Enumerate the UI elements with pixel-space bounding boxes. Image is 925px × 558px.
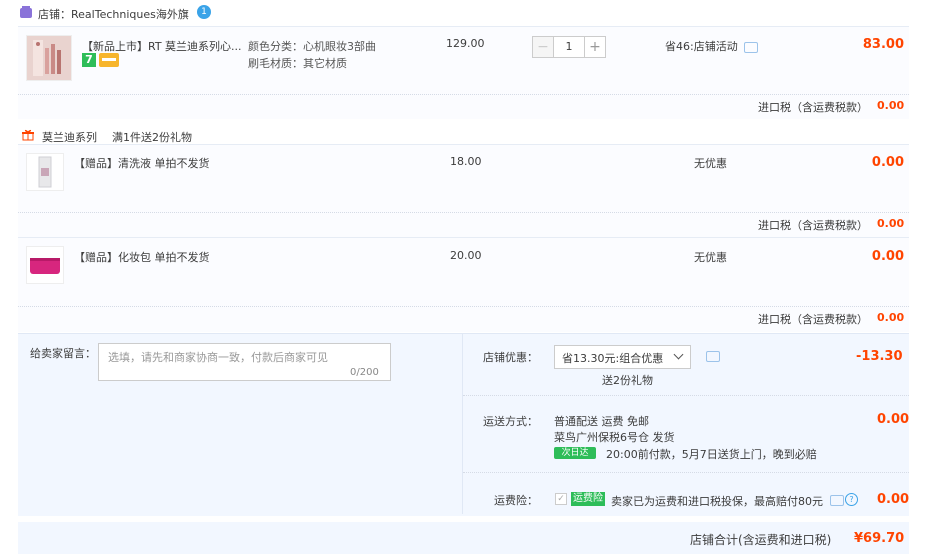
store-total-label: 店铺合计(含运费和进口税) — [690, 533, 832, 547]
discount-info-icon[interactable] — [706, 351, 720, 362]
store-discount-label: 店铺优惠： — [483, 351, 538, 364]
shipping-warehouse: 菜鸟广州保税6号仓 发货 — [554, 431, 675, 444]
item-total: 83.00 — [862, 37, 904, 52]
cleanser-bottle-image-icon — [27, 154, 63, 190]
item-title[interactable]: 【赠品】化妆包 单拍不发货 — [74, 249, 210, 265]
item-title[interactable]: 【新品上市】RT 莫兰迪系列心... — [82, 38, 242, 54]
shipping-method: 普通配送 运费 免邮 — [554, 415, 649, 428]
insurance-checkbox[interactable]: ✓ — [555, 493, 567, 505]
insurance-label: 运费险： — [494, 494, 538, 507]
quantity-increase-button[interactable]: + — [584, 36, 606, 58]
message-counter: 0/200 — [350, 367, 379, 378]
divider — [18, 306, 909, 307]
gift-icon — [22, 129, 34, 141]
item-title[interactable]: 【赠品】清洗液 单拍不发货 — [74, 155, 210, 171]
quantity-decrease-button[interactable]: − — [532, 36, 554, 58]
next-day-badge: 次日达 — [554, 447, 596, 459]
divider — [463, 472, 909, 473]
store-total-value: ¥69.70 — [854, 531, 905, 546]
message-label: 给卖家留言： — [30, 347, 96, 360]
insurance-tag: 运费险 — [571, 492, 605, 506]
divider — [463, 395, 909, 396]
divider — [18, 212, 909, 213]
cosmetic-bag-image-icon — [27, 247, 63, 283]
tax-label: 进口税（含运费税款） — [758, 313, 868, 326]
discount-note: 送2份礼物 — [602, 374, 653, 387]
tax-value: 0.00 — [877, 99, 905, 112]
shipping-label: 运送方式： — [483, 415, 538, 428]
promo-label: 省46:店铺活动 — [665, 40, 738, 53]
item-total: 0.00 — [871, 249, 904, 264]
tax-label: 进口税（含运费税款） — [758, 101, 868, 114]
promo-info-icon[interactable] — [744, 42, 758, 53]
insurance-chat-icon[interactable] — [830, 495, 844, 506]
item-price: 18.00 — [450, 155, 482, 168]
promo-label: 无优惠 — [694, 157, 727, 170]
help-icon[interactable]: ? — [845, 493, 858, 506]
tax-label: 进口税（含运费税款） — [758, 219, 868, 232]
message-placeholder: 选填，请先和商家协商一致，付款后商家可见 — [108, 351, 328, 364]
sku-color: 颜色分类：心机眼妆3部曲 — [248, 40, 376, 53]
insurance-text: 卖家已为运费和进口税投保，最高赔付80元 — [611, 495, 823, 508]
store-discount-selected: 省13.30元:组合优惠 — [562, 352, 664, 365]
quantity-input[interactable]: 1 — [554, 36, 584, 58]
item-price: 129.00 — [446, 37, 485, 50]
tax-value: 0.00 — [877, 311, 905, 324]
divider — [18, 94, 909, 95]
item-thumbnail[interactable] — [26, 153, 64, 191]
seven-day-return-icon: 7 — [82, 53, 96, 67]
brush-set-image-icon — [27, 36, 71, 80]
insurance-value: 0.00 — [877, 492, 910, 507]
sku-material: 刷毛材质：其它材质 — [248, 57, 347, 70]
item-price: 20.00 — [450, 249, 482, 262]
store-discount-value: -13.30 — [856, 349, 903, 364]
item-thumbnail[interactable] — [26, 35, 72, 81]
gift-series-name: 莫兰迪系列 — [42, 131, 97, 144]
credit-card-icon — [99, 53, 119, 67]
item-thumbnail[interactable] — [26, 246, 64, 284]
shipping-value: 0.00 — [877, 412, 910, 427]
promo-label: 无优惠 — [694, 251, 727, 264]
store-name[interactable]: 店铺：RealTechniques海外旗 — [38, 6, 189, 22]
tax-value: 0.00 — [877, 217, 905, 230]
store-header: 店铺：RealTechniques海外旗 1 — [0, 0, 925, 26]
store-icon — [20, 6, 32, 18]
item-total: 0.00 — [871, 155, 904, 170]
shipping-delivery-note: 20:00前付款，5月7日送货上门，晚到必赔 — [606, 448, 817, 461]
gift-rule: 满1件送2份礼物 — [112, 131, 192, 144]
wangwang-chat-icon[interactable]: 1 — [197, 5, 211, 19]
